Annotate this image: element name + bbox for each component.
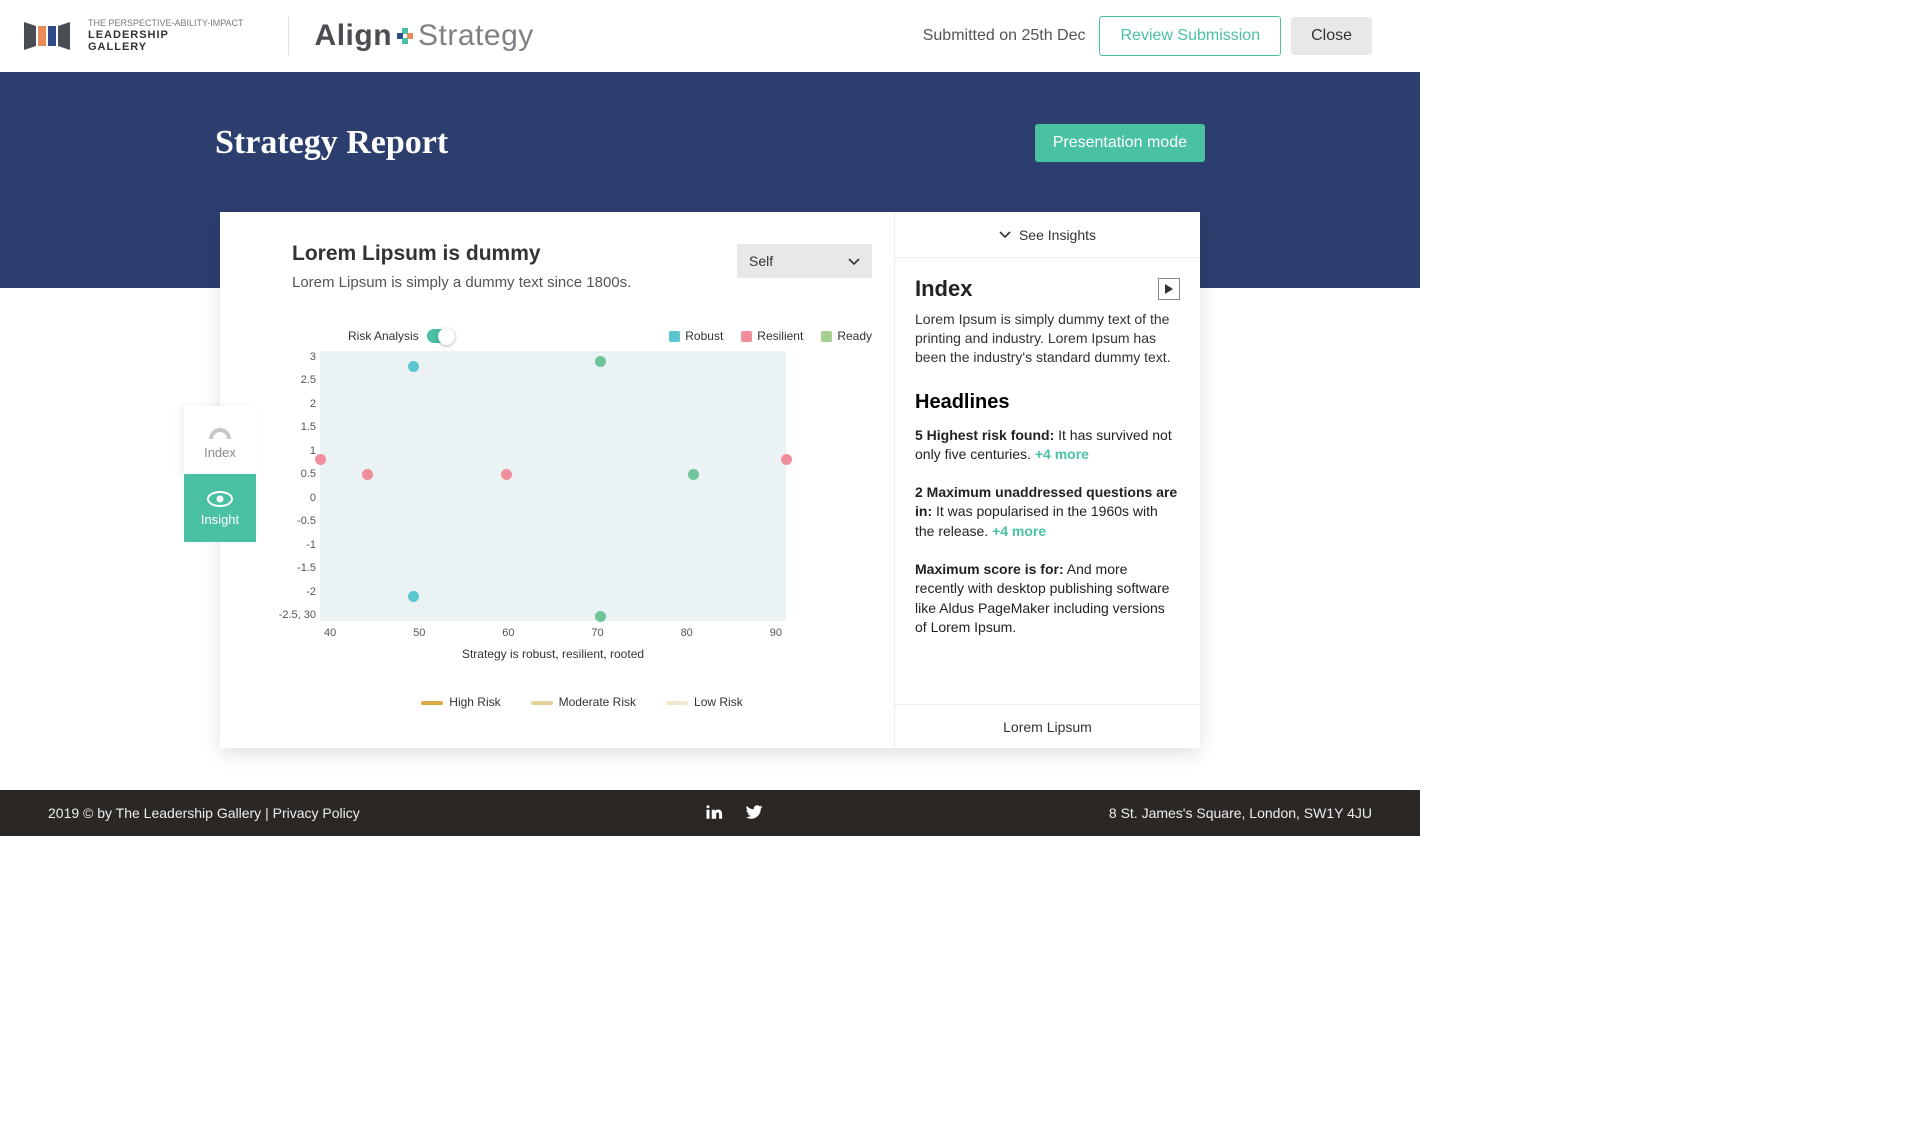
risk-analysis-toggle[interactable]: Risk Analysis: [348, 329, 455, 343]
side-tabs: Index Insight: [184, 406, 256, 542]
x-axis-ticks: 405060708090: [320, 627, 786, 639]
headline-item: 2 Maximum unaddressed questions are in: …: [915, 483, 1180, 542]
chevron-down-icon: [999, 231, 1011, 239]
divider: [288, 17, 289, 55]
data-point: [408, 361, 419, 372]
risk-label: Risk Analysis: [348, 329, 419, 343]
chart-area: Risk Analysis Robust Resilient Ready Lac…: [320, 329, 872, 709]
series-legend: Robust Resilient Ready: [669, 329, 872, 343]
data-point: [501, 469, 512, 480]
gauge-icon: [207, 421, 233, 441]
sidebar-index-title: Index: [915, 276, 972, 302]
plus-icon: [397, 28, 413, 44]
address: 8 St. James's Square, London, SW1Y 4JU: [1109, 805, 1372, 821]
content-subtitle: Lorem Lipsum is simply a dummy text sinc…: [292, 274, 631, 291]
logo-text: THE PERSPECTIVE-ABILITY-IMPACT LEADERSHI…: [88, 19, 244, 53]
header: THE PERSPECTIVE-ABILITY-IMPACT LEADERSHI…: [0, 0, 1420, 72]
switch-icon[interactable]: [427, 329, 455, 343]
linkedin-icon[interactable]: [705, 803, 723, 824]
y-axis-ticks: 32.521.510.50-0.5-1-1.5-2-2.5, 30: [278, 351, 316, 621]
main-panel: Index Insight Lorem Lipsum is dummy Lore…: [220, 212, 1200, 748]
play-button[interactable]: [1158, 278, 1180, 300]
footer: 2019 © by The Leadership Gallery | Priva…: [0, 790, 1420, 836]
see-insights-toggle[interactable]: See Insights: [895, 212, 1200, 258]
data-point: [595, 356, 606, 367]
headline-item: 5 Highest risk found: It has survived no…: [915, 426, 1180, 465]
submitted-text: Submitted on 25th Dec: [923, 27, 1086, 45]
index-description: Lorem Ipsum is simply dummy text of the …: [915, 310, 1180, 367]
headlines-title: Headlines: [915, 391, 1180, 414]
chevron-down-icon: [848, 258, 860, 265]
more-link[interactable]: +4 more: [1035, 446, 1089, 462]
side-tab-insight[interactable]: Insight: [184, 474, 256, 542]
x-axis-label: Strategy is robust, resilient, rooted: [320, 647, 786, 661]
risk-legend: High Risk Moderate Risk Low Risk: [292, 695, 872, 709]
data-point: [362, 469, 373, 480]
right-sidebar: See Insights Index Lorem Ipsum is simply…: [894, 212, 1200, 748]
twitter-icon[interactable]: [745, 803, 763, 824]
scatter-plot: Lack of alignment amongst respondents 32…: [320, 351, 840, 643]
headline-item: Maximum score is for: And more recently …: [915, 560, 1180, 638]
select-value: Self: [749, 253, 773, 269]
logo: THE PERSPECTIVE-ABILITY-IMPACT LEADERSHI…: [24, 19, 244, 53]
main-content: Lorem Lipsum is dummy Lorem Lipsum is si…: [220, 212, 894, 748]
copyright: 2019 © by The Leadership Gallery | Priva…: [48, 805, 360, 821]
close-button[interactable]: Close: [1291, 17, 1372, 55]
data-point: [315, 454, 326, 465]
data-point: [688, 469, 699, 480]
play-icon: [1165, 284, 1173, 294]
presentation-mode-button[interactable]: Presentation mode: [1035, 124, 1205, 162]
data-point: [408, 591, 419, 602]
page-title: Strategy Report: [215, 124, 448, 162]
data-point: [781, 454, 792, 465]
self-select[interactable]: Self: [737, 244, 872, 278]
side-tab-index[interactable]: Index: [184, 406, 256, 474]
review-submission-button[interactable]: Review Submission: [1099, 16, 1281, 56]
side-tab-label: Index: [204, 445, 236, 460]
logo-mark-icon: [24, 19, 78, 53]
more-link[interactable]: +4 more: [992, 523, 1046, 539]
content-title: Lorem Lipsum is dummy: [292, 242, 631, 266]
brand: Align Strategy: [315, 19, 534, 53]
sidebar-footer: Lorem Lipsum: [895, 704, 1200, 748]
side-tab-label: Insight: [201, 512, 239, 527]
data-point: [595, 611, 606, 622]
eye-icon: [207, 490, 233, 508]
